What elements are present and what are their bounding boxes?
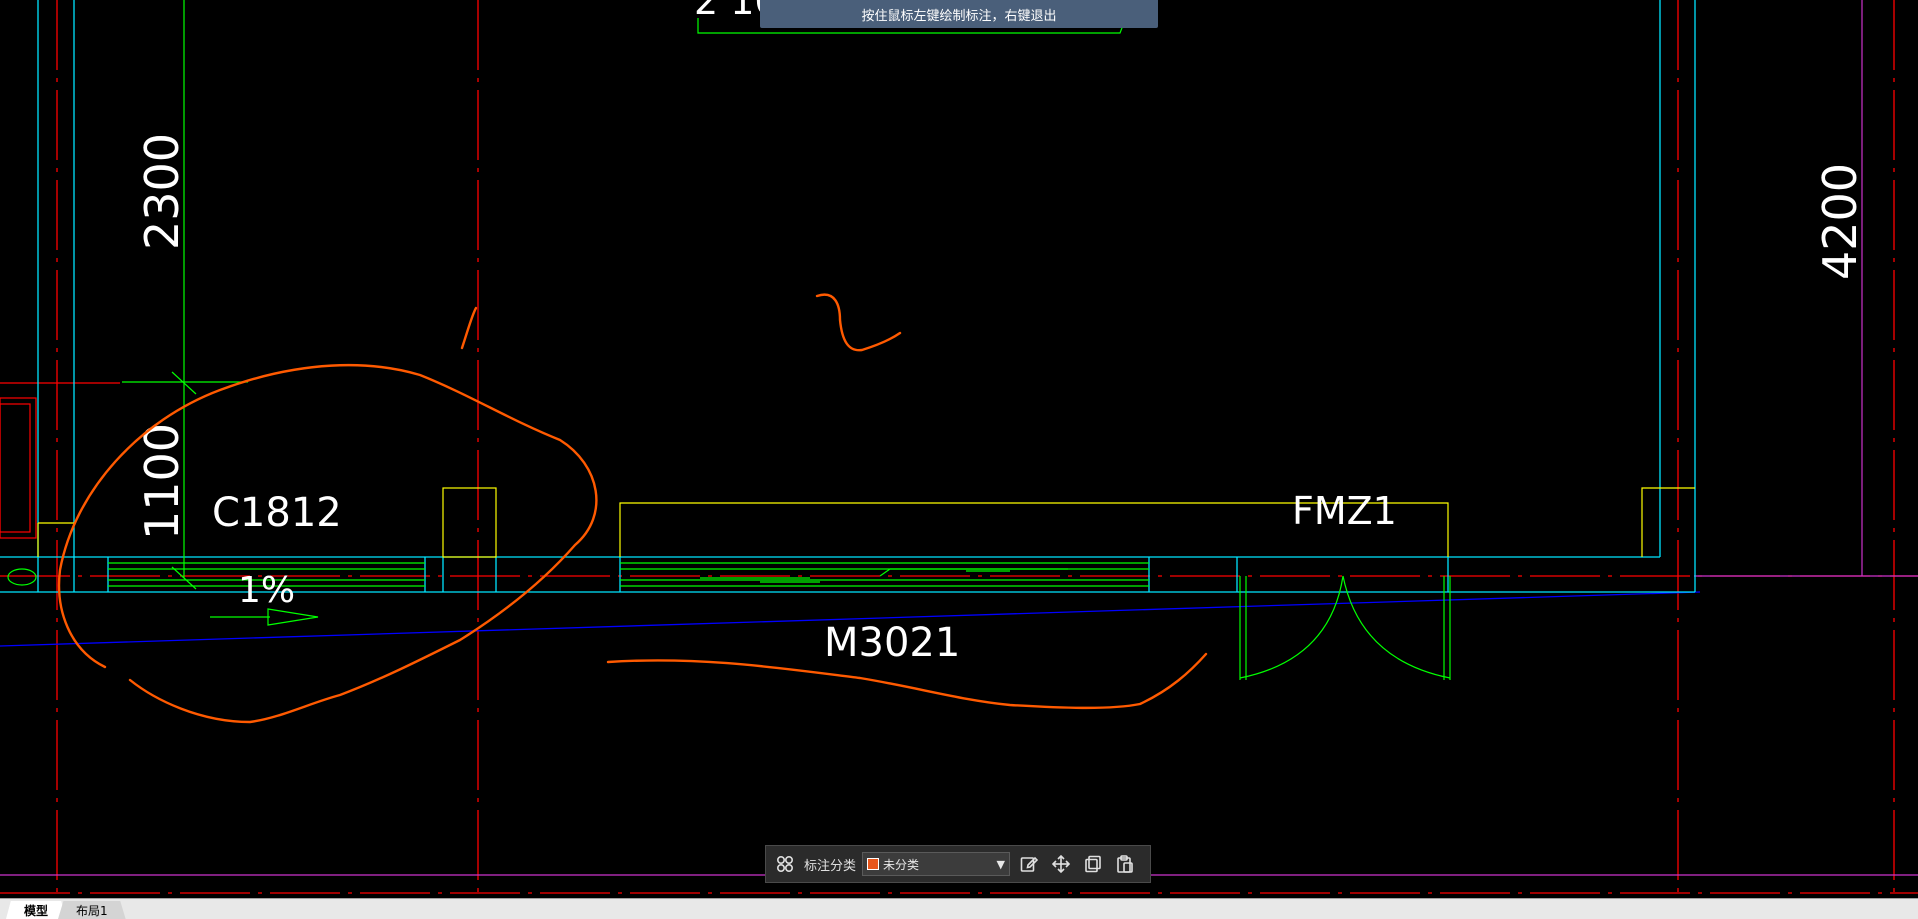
drawing-hint-banner: 按住鼠标左键绘制标注，右键退出 xyxy=(760,0,1158,28)
markup-stroke-2 xyxy=(815,293,902,352)
copy-icon[interactable] xyxy=(1080,851,1106,877)
axis-lines xyxy=(0,0,1918,898)
green-lines xyxy=(7,0,1451,680)
group-icon[interactable] xyxy=(772,851,798,877)
window-label: C1812 xyxy=(212,490,342,536)
tab-model[interactable]: 模型 xyxy=(6,901,67,919)
tab-layout1[interactable]: 布局1 xyxy=(58,901,126,919)
dimension-texts: 2300 1100 4200 2 10 xyxy=(135,0,1867,540)
door-label: M3021 xyxy=(824,620,960,666)
dimension-4200: 4200 xyxy=(1813,163,1867,280)
dimension-1100: 1100 xyxy=(135,423,189,540)
markup-circle xyxy=(57,363,598,724)
tab-model-label: 模型 xyxy=(24,903,49,918)
annotation-toolbar: 标注分类 未分类 ▼ xyxy=(765,845,1151,883)
magenta-lines xyxy=(0,0,1918,876)
chevron-down-icon: ▼ xyxy=(996,857,1006,871)
fire-door-label: FMZ1 xyxy=(1292,489,1397,533)
left-window-red xyxy=(0,397,37,539)
edit-icon[interactable] xyxy=(1016,851,1042,877)
annotation-category-label: 标注分类 xyxy=(804,858,857,874)
category-select-value: 未分类 xyxy=(883,857,920,872)
hint-text: 按住鼠标左键绘制标注，右键退出 xyxy=(861,8,1057,24)
cad-drawing-canvas[interactable]: 2300 1100 4200 2 10 C1812 1% M3021 FMZ1 xyxy=(0,0,1918,919)
annotation-category-select[interactable]: 未分类 ▼ xyxy=(862,852,1011,876)
slope-label: 1% xyxy=(238,570,295,611)
category-color-swatch xyxy=(867,858,880,870)
tab-layout1-label: 布局1 xyxy=(76,903,108,918)
markup-stroke-1 xyxy=(460,306,478,350)
paste-icon[interactable] xyxy=(1112,851,1138,877)
move-icon[interactable] xyxy=(1048,851,1074,877)
layout-tabs: 模型 布局1 xyxy=(0,898,1918,919)
dimension-2300: 2300 xyxy=(135,133,189,250)
